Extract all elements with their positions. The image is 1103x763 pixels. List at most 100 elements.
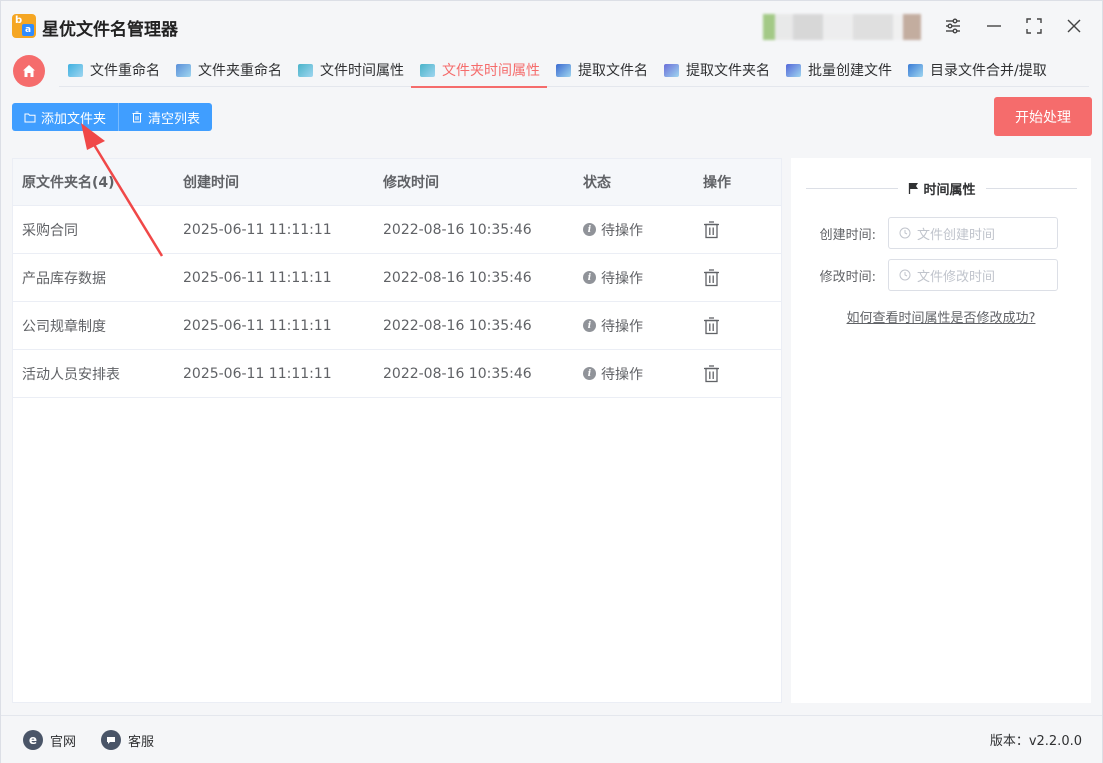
- created-time-cell: 2025-06-11 11:11:11: [183, 365, 332, 382]
- delete-icon[interactable]: [703, 220, 720, 239]
- modified-time-cell: 2022-08-16 10:35:46: [383, 365, 532, 382]
- table-row[interactable]: 公司规章制度 2025-06-11 11:11:11 2022-08-16 10…: [13, 302, 781, 350]
- tab-file-rename[interactable]: 文件重命名: [59, 53, 167, 87]
- tab-extract-foldername[interactable]: 提取文件夹名: [655, 53, 777, 87]
- status-bar: e 官网 客服 版本：v2.2.0.0: [1, 715, 1102, 763]
- tab-folder-time[interactable]: 文件夹时间属性: [411, 53, 547, 88]
- delete-icon[interactable]: [703, 268, 720, 287]
- table-header: 原文件夹名(4) 创建时间 修改时间 状态 操作: [13, 159, 781, 206]
- folder-name-cell: 公司规章制度: [22, 318, 106, 335]
- header-created-time: 创建时间: [183, 175, 239, 191]
- start-processing-button[interactable]: 开始处理: [994, 97, 1092, 136]
- extract-foldername-icon: [664, 63, 679, 77]
- folder-name-cell: 采购合同: [22, 222, 78, 239]
- home-button[interactable]: [13, 55, 45, 87]
- modified-time-row: 修改时间: 文件修改时间: [791, 259, 1091, 291]
- table-row[interactable]: 产品库存数据 2025-06-11 11:11:11 2022-08-16 10…: [13, 254, 781, 302]
- tab-extract-filename[interactable]: 提取文件名: [547, 53, 655, 87]
- tab-label: 文件夹重命名: [198, 63, 282, 79]
- status-text: 待操作: [601, 270, 643, 287]
- clock-icon: [899, 269, 911, 281]
- table-row[interactable]: 活动人员安排表 2025-06-11 11:11:11 2022-08-16 1…: [13, 350, 781, 398]
- section-title-label: 时间属性: [923, 182, 976, 198]
- created-time-row: 创建时间: 文件创建时间: [791, 217, 1091, 249]
- clear-list-button[interactable]: 清空列表: [119, 103, 213, 131]
- delete-icon[interactable]: [703, 364, 720, 383]
- folder-rename-icon: [176, 63, 191, 77]
- tab-folder-rename[interactable]: 文件夹重命名: [167, 53, 289, 87]
- status-cell: i 待操作: [583, 316, 703, 336]
- status-text: 待操作: [601, 318, 643, 335]
- minimize-icon[interactable]: [982, 14, 1006, 38]
- support-label: 客服: [128, 734, 155, 750]
- help-link[interactable]: 如何查看时间属性是否修改成功?: [791, 307, 1091, 326]
- actions-cell: [703, 316, 781, 335]
- folder-icon: [24, 113, 36, 122]
- app-logo-icon: b a: [12, 14, 36, 38]
- user-account-avatar[interactable]: [763, 14, 921, 40]
- file-time-icon: [298, 63, 313, 77]
- clear-list-label: 清空列表: [148, 110, 201, 126]
- table-row[interactable]: 采购合同 2025-06-11 11:11:11 2022-08-16 10:3…: [13, 206, 781, 254]
- info-icon: i: [583, 367, 596, 380]
- modified-time-cell: 2022-08-16 10:35:46: [383, 317, 532, 334]
- status-cell: i 待操作: [583, 268, 703, 288]
- created-time-cell: 2025-06-11 11:11:11: [183, 221, 332, 238]
- file-rename-icon: [68, 63, 83, 77]
- actions-cell: [703, 364, 781, 383]
- created-time-picker[interactable]: 文件创建时间: [888, 217, 1058, 249]
- chat-bubble-icon: [101, 730, 121, 750]
- folder-name-cell: 活动人员安排表: [22, 366, 120, 383]
- support-link[interactable]: 客服: [101, 730, 154, 750]
- tab-label: 目录文件合并/提取: [930, 63, 1047, 79]
- info-icon: i: [583, 271, 596, 284]
- actions-cell: [703, 268, 781, 287]
- header-folder-name[interactable]: 原文件夹名(4): [13, 172, 183, 192]
- add-folder-label: 添加文件夹: [41, 110, 107, 126]
- modified-time-picker[interactable]: 文件修改时间: [888, 259, 1058, 291]
- tab-label: 提取文件夹名: [686, 63, 770, 79]
- title-bar: b a 星优文件名管理器: [1, 1, 1102, 51]
- tab-label: 文件时间属性: [320, 63, 404, 79]
- flag-icon: [908, 183, 918, 194]
- section-title: 时间属性: [806, 178, 1078, 198]
- created-time-placeholder: 文件创建时间: [917, 227, 996, 243]
- header-status: 状态: [583, 175, 611, 191]
- time-attribute-panel: 时间属性 创建时间: 文件创建时间 修改时间: 文件修改时间 如何查看时间属性是…: [791, 158, 1091, 703]
- status-cell: i 待操作: [583, 220, 703, 240]
- close-icon[interactable]: [1062, 14, 1086, 38]
- clock-icon: [899, 227, 911, 239]
- modified-time-placeholder: 文件修改时间: [917, 269, 996, 285]
- info-icon: i: [583, 223, 596, 236]
- tab-bar: 文件重命名 文件夹重命名 文件时间属性 文件夹时间属性 提取文件名 提取文件夹名 批量创建文…: [59, 53, 1089, 88]
- maximize-icon[interactable]: [1022, 14, 1046, 38]
- folder-name-cell: 产品库存数据: [22, 270, 106, 287]
- toolbar-button-group: 添加文件夹 清空列表: [12, 103, 213, 131]
- batch-create-icon: [786, 63, 801, 77]
- trash-icon: [132, 111, 142, 123]
- ie-icon: e: [23, 730, 43, 750]
- tab-file-time[interactable]: 文件时间属性: [289, 53, 411, 87]
- tab-batch-create[interactable]: 批量创建文件: [777, 53, 899, 87]
- created-time-cell: 2025-06-11 11:11:11: [183, 269, 332, 286]
- tab-label: 文件夹时间属性: [442, 63, 540, 79]
- app-title: 星优文件名管理器: [42, 20, 178, 40]
- add-folder-button[interactable]: 添加文件夹: [12, 103, 120, 131]
- website-link[interactable]: e 官网: [23, 730, 76, 750]
- actions-cell: [703, 220, 781, 239]
- version-label: 版本：v2.2.0.0: [989, 734, 1082, 749]
- tab-label: 批量创建文件: [808, 63, 892, 79]
- website-label: 官网: [50, 734, 77, 750]
- tab-merge-extract[interactable]: 目录文件合并/提取: [899, 53, 1054, 87]
- header-actions: 操作: [703, 175, 731, 191]
- status-text: 待操作: [601, 366, 643, 383]
- settings-icon[interactable]: [941, 14, 965, 38]
- modified-time-label: 修改时间:: [819, 269, 876, 285]
- delete-icon[interactable]: [703, 316, 720, 335]
- merge-extract-icon: [908, 63, 923, 77]
- status-cell: i 待操作: [583, 364, 703, 384]
- created-time-cell: 2025-06-11 11:11:11: [183, 317, 332, 334]
- home-icon: [23, 65, 35, 77]
- folder-table: 原文件夹名(4) 创建时间 修改时间 状态 操作 采购合同 2025-06-11…: [12, 158, 782, 703]
- modified-time-cell: 2022-08-16 10:35:46: [383, 269, 532, 286]
